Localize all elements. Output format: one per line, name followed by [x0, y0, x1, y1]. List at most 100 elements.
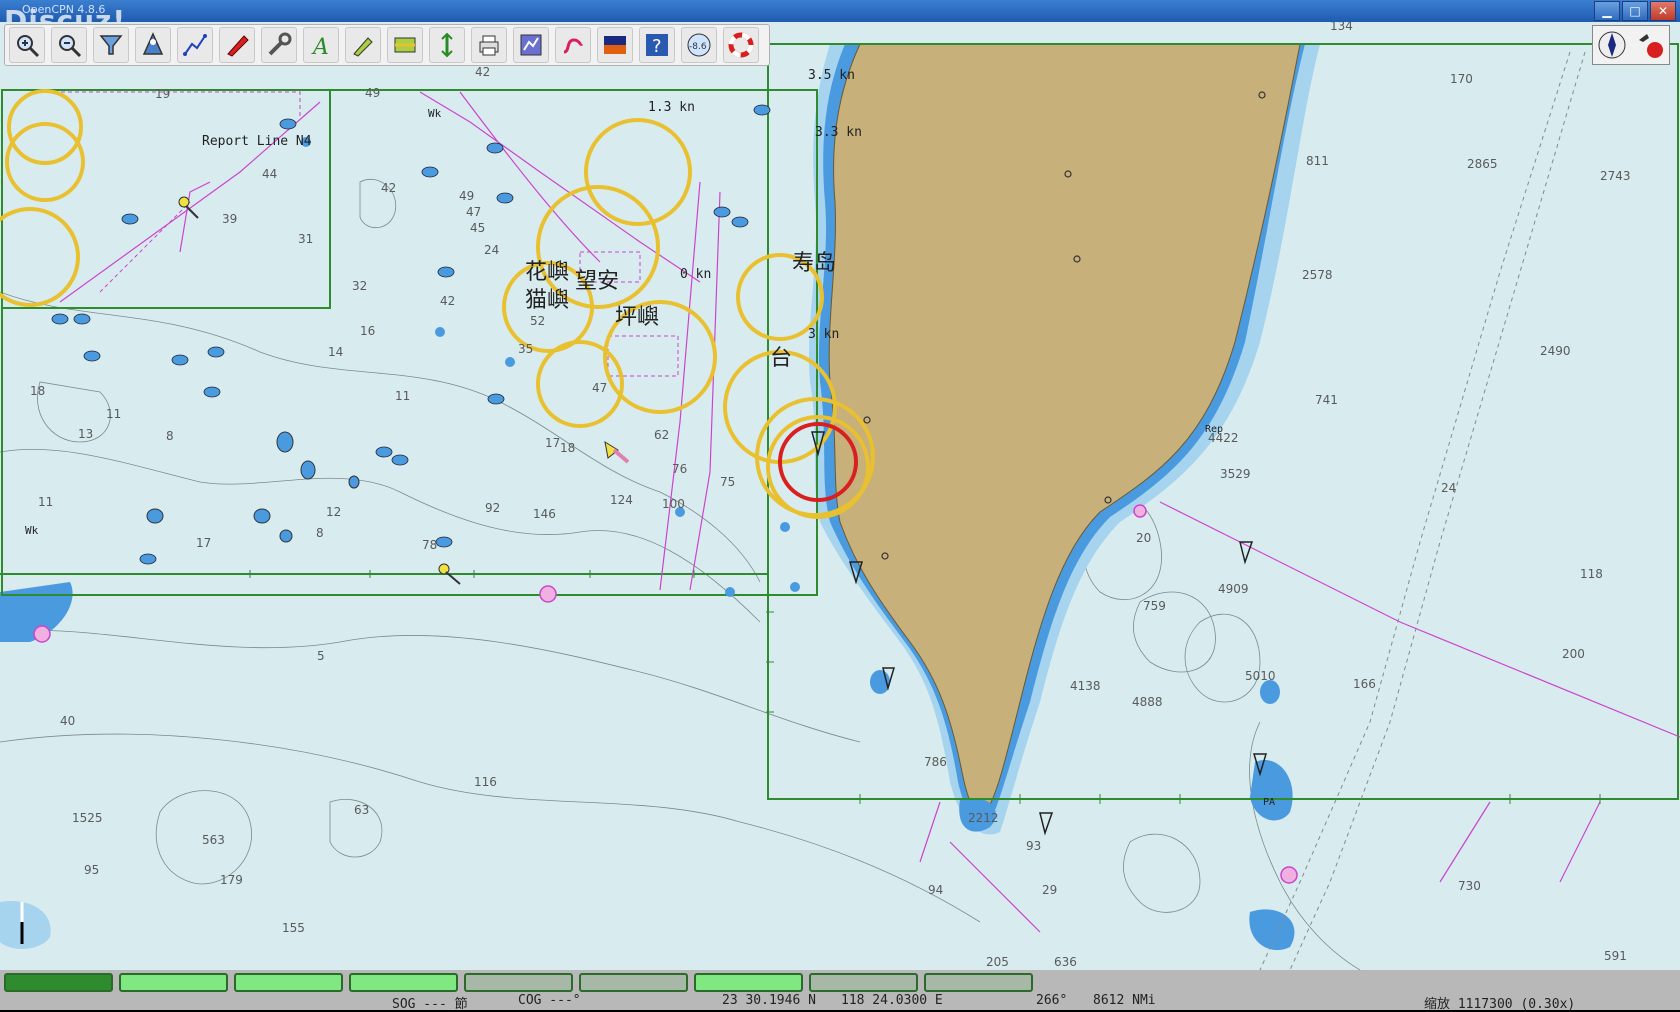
report-line-label: Report Line N4 [202, 134, 312, 149]
place-label: 坪嶼 [615, 305, 659, 330]
svg-text:134: 134 [1330, 22, 1353, 33]
chart-quilt-icon [142, 32, 164, 55]
svg-text:11: 11 [106, 407, 121, 421]
svg-text:78: 78 [422, 538, 437, 552]
svg-text:92: 92 [485, 501, 500, 515]
boat-icon [227, 35, 249, 57]
enc-light-button[interactable] [345, 27, 381, 63]
window-controls: ▁ □ ✕ [1592, 1, 1676, 21]
chart-piano-key[interactable] [694, 973, 803, 992]
chart-piano-key[interactable] [579, 973, 688, 992]
maximize-button[interactable]: □ [1622, 1, 1648, 21]
funnel-icon [99, 35, 123, 55]
current-label: 3.3 kn [815, 125, 862, 140]
svg-text:3529: 3529 [1220, 467, 1251, 481]
svg-text:636: 636 [1054, 955, 1077, 969]
track-button[interactable] [555, 27, 591, 63]
wreck-label: Wk [25, 524, 39, 537]
svg-text:118: 118 [1580, 567, 1603, 581]
route-manager-button[interactable] [513, 27, 549, 63]
svg-text:63: 63 [354, 803, 369, 817]
help-icon: ? [646, 34, 668, 57]
svg-text:42: 42 [440, 294, 455, 308]
chart-piano-key[interactable] [809, 973, 918, 992]
wreck-label: Wk [428, 107, 442, 120]
svg-text:76: 76 [672, 462, 687, 476]
chart-piano-key[interactable] [349, 973, 458, 992]
svg-text:179: 179 [220, 873, 243, 887]
place-label: 望安 [575, 269, 619, 294]
svg-text:741: 741 [1315, 393, 1338, 407]
place-label: 台 [770, 346, 792, 371]
svg-text:11: 11 [38, 495, 53, 509]
svg-text:18: 18 [30, 384, 45, 398]
chart-piano-key[interactable] [4, 973, 113, 992]
svg-text:2490: 2490 [1540, 344, 1571, 358]
follow-boat-button[interactable] [219, 27, 255, 63]
svg-text:811: 811 [1306, 154, 1329, 168]
chart-piano-key[interactable] [924, 973, 1033, 992]
compass-widget[interactable] [1592, 25, 1670, 65]
chart-piano-key[interactable] [119, 973, 228, 992]
tide-button[interactable] [387, 27, 423, 63]
current-label: 1.3 kn [648, 100, 695, 115]
pa-label: PA [1263, 797, 1275, 808]
svg-text:11: 11 [395, 389, 410, 403]
lifebuoy-icon [728, 32, 754, 58]
svg-text:12: 12 [326, 505, 341, 519]
current-label: 3 kn [808, 327, 839, 342]
sog-readout: SOG --- 節 [392, 997, 468, 1012]
route-button[interactable] [177, 27, 213, 63]
color-scheme-button[interactable] [597, 27, 633, 63]
magnifier-plus-icon [17, 35, 40, 58]
svg-text:17: 17 [545, 436, 560, 450]
mob-button[interactable] [723, 27, 759, 63]
text-a-icon: A [311, 35, 329, 58]
settings-button[interactable] [261, 27, 297, 63]
print-button[interactable] [471, 27, 507, 63]
svg-text:75: 75 [720, 475, 735, 489]
svg-text:4888: 4888 [1132, 695, 1163, 709]
chart-piano-key[interactable] [464, 973, 573, 992]
svg-text:47: 47 [466, 205, 481, 219]
svg-text:730: 730 [1458, 879, 1481, 893]
pencil-icon [353, 37, 373, 57]
svg-text:35: 35 [518, 342, 533, 356]
svg-text:1525: 1525 [72, 811, 103, 825]
tide-icon [394, 37, 416, 53]
svg-text:62: 62 [654, 428, 669, 442]
svg-text:17: 17 [196, 536, 211, 550]
title-bar: Discuz! OpenCPN 4.8.6 ▁ □ ✕ [0, 0, 1680, 37]
chart-canvas[interactable]: 3.5 kn 3.3 kn 1.3 kn 0 kn 3 kn Report Li… [0, 19, 1680, 971]
svg-text:45: 45 [470, 221, 485, 235]
minimize-button[interactable]: ▁ [1594, 1, 1620, 21]
scale-in-button[interactable] [93, 27, 129, 63]
gps-status-button[interactable]: -8.6 [681, 27, 717, 63]
text-toggle-button[interactable]: A [303, 27, 339, 63]
current-icon [441, 32, 453, 58]
wrench-icon [268, 32, 292, 56]
chart-svg[interactable]: 3.5 kn 3.3 kn 1.3 kn 0 kn 3 kn Report Li… [0, 19, 1680, 971]
svg-text:8: 8 [166, 429, 174, 443]
help-button[interactable]: ? [639, 27, 675, 63]
scale-out-button[interactable] [135, 27, 171, 63]
svg-text:166: 166 [1353, 677, 1376, 691]
svg-text:100: 100 [662, 497, 685, 511]
zoom-in-button[interactable] [9, 27, 45, 63]
svg-text:29: 29 [1042, 883, 1057, 897]
svg-text:4422: 4422 [1208, 431, 1239, 445]
svg-text:24: 24 [484, 243, 499, 257]
svg-text:42: 42 [475, 65, 490, 79]
close-button[interactable]: ✕ [1650, 1, 1676, 21]
zoom-out-button[interactable] [51, 27, 87, 63]
svg-text:146: 146 [533, 507, 556, 521]
route-icon [183, 34, 207, 56]
chart-piano-key[interactable] [234, 973, 343, 992]
current-button[interactable] [429, 27, 465, 63]
place-label: 寿岛 [792, 251, 836, 276]
svg-text:155: 155 [282, 921, 305, 935]
svg-text:8: 8 [316, 526, 324, 540]
scale-readout: 缩放 1117300 (0.30x) [1424, 997, 1576, 1012]
svg-text:52: 52 [530, 314, 545, 328]
svg-text:200: 200 [1562, 647, 1585, 661]
